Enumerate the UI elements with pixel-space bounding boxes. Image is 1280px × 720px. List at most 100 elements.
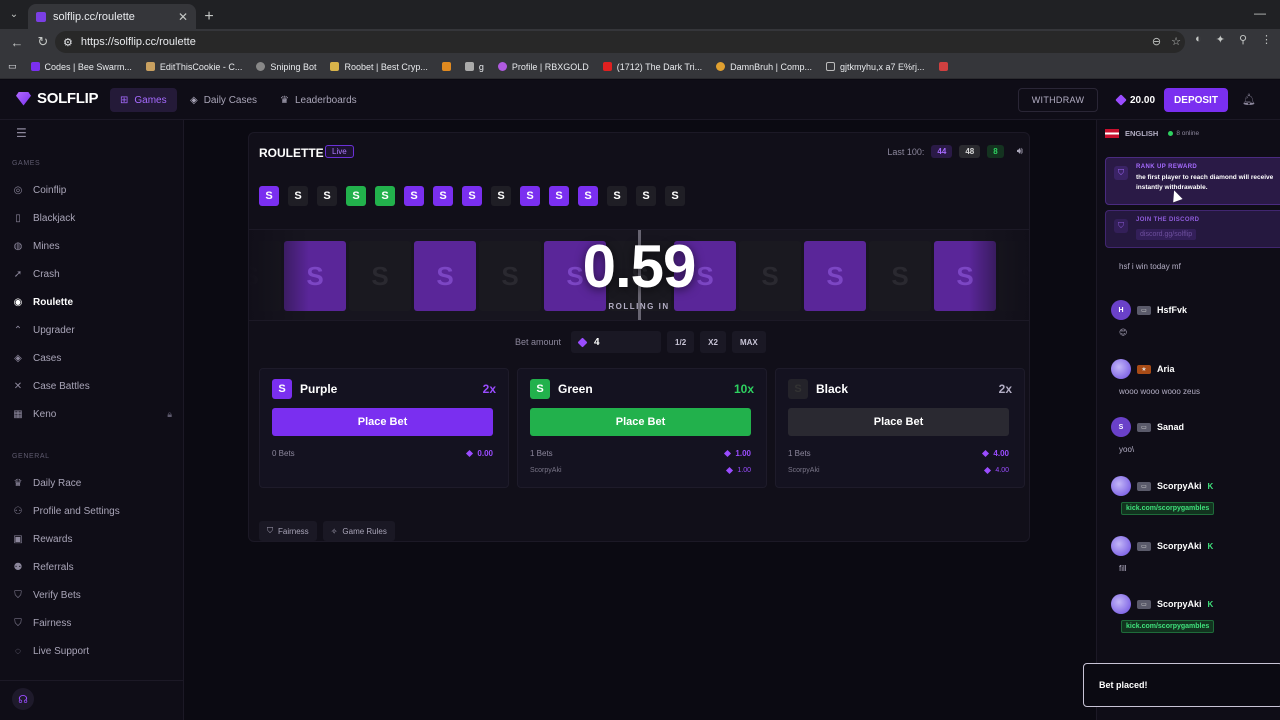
avatar[interactable] — [1111, 536, 1131, 556]
username[interactable]: HsfFvk — [1157, 305, 1187, 315]
notification-bell-icon[interactable]: 🔔︎ — [1242, 93, 1256, 106]
avatar[interactable] — [1111, 476, 1131, 496]
sidebar-item-live-support[interactable]: ◌ Live Support — [12, 640, 178, 662]
rank-up-promo[interactable]: ⛉ RANK UP REWARD the first player to rea… — [1105, 157, 1280, 205]
bookmark-star-icon[interactable]: ☆ — [1171, 35, 1181, 48]
sidebar-item-cases[interactable]: ◈ Cases — [12, 347, 178, 369]
history-chip-purple: S — [520, 186, 540, 206]
bookmarks-apps-icon[interactable]: ▭ — [8, 61, 17, 72]
sidebar-item-rewards[interactable]: ▣ Rewards — [12, 528, 178, 550]
profile-icon[interactable]: ⚲ — [1239, 33, 1247, 46]
place-bet-green-button[interactable]: Place Bet — [530, 408, 751, 436]
url-text: https://solflip.cc/roulette — [80, 36, 196, 48]
bookmark-item[interactable] — [441, 62, 451, 71]
place-bet-purple-button[interactable]: Place Bet — [272, 408, 493, 436]
menu-icon[interactable]: ⋮ — [1261, 33, 1272, 46]
new-tab-icon[interactable]: + — [196, 4, 222, 29]
bookmark-item[interactable] — [938, 62, 948, 71]
back-icon[interactable]: ← — [6, 31, 28, 53]
discord-promo[interactable]: ⛉ JOIN THE DISCORD discord.gg/solflip — [1105, 210, 1280, 248]
kick-link[interactable]: kick.com/scorpygambles — [1121, 502, 1215, 515]
username[interactable]: ScorpyAki — [1157, 599, 1202, 609]
sidebar-item-profile[interactable]: ⚇ Profile and Settings — [12, 500, 178, 522]
headset-icon[interactable]: ☊ — [12, 688, 34, 710]
max-bet-button[interactable]: MAX — [731, 331, 766, 353]
url-field[interactable]: ⚙ https://solflip.cc/roulette ⊖ ☆ — [55, 31, 1185, 53]
balance-display[interactable]: 20.00 — [1108, 88, 1164, 112]
chat-bubble-icon: ◌ — [15, 645, 21, 657]
game-title: ROULETTE — [259, 146, 324, 160]
sidebar-item-daily-race[interactable]: ♛ Daily Race — [12, 472, 178, 494]
bookmark-item[interactable]: g — [464, 62, 484, 72]
avatar[interactable] — [1111, 359, 1131, 379]
sidebar-item-upgrader[interactable]: ⌃ Upgrader — [12, 319, 178, 341]
bookmark-item[interactable]: Roobet | Best Cryp... — [330, 61, 428, 72]
bettor-row: ScorpyAki 4.00 — [788, 466, 1009, 475]
browser-tab[interactable]: solflip.cc/roulette ✕ — [28, 4, 196, 29]
bookmark-item[interactable]: DamnBruh | Comp... — [716, 62, 812, 72]
bet-amount-input[interactable]: 4 — [571, 331, 662, 353]
site-info-icon[interactable]: ⚙ — [63, 36, 73, 49]
deposit-button[interactable]: DEPOSIT — [1164, 88, 1228, 112]
avatar[interactable] — [1111, 594, 1131, 614]
username[interactable]: Aria — [1157, 364, 1175, 374]
bookmark-item[interactable]: Sniping Bot — [256, 62, 316, 72]
game-rules-button[interactable]: ✧ Game Rules — [322, 521, 395, 541]
avatar[interactable]: S — [1111, 417, 1131, 437]
app-header: SOLFLIP ⊞ Games ◈ Daily Cases ♛ Leaderbo… — [0, 80, 1280, 120]
kick-link[interactable]: kick.com/scorpygambles — [1121, 620, 1215, 633]
bet-amount-value: 4 — [594, 336, 600, 348]
sidebar-item-crash[interactable]: ➚ Crash — [12, 263, 178, 285]
username[interactable]: ScorpyAki — [1157, 481, 1202, 491]
username[interactable]: ScorpyAki — [1157, 541, 1202, 551]
bookmark-item[interactable]: (1712) The Dark Tri... — [602, 62, 702, 72]
sidebar-item-fairness[interactable]: ⛉ Fairness — [12, 612, 178, 634]
minimize-window-icon[interactable]: — — [1254, 6, 1266, 20]
half-bet-button[interactable]: 1/2 — [667, 331, 695, 353]
double-bet-button[interactable]: X2 — [700, 331, 726, 353]
last-100-black: 48 — [959, 145, 981, 158]
uk-flag-icon — [1105, 129, 1119, 138]
tab-search-icon[interactable]: ⌄ — [0, 0, 28, 29]
sidebar-item-blackjack[interactable]: ▯ Blackjack — [12, 207, 178, 229]
sidebar-item-roulette[interactable]: ◉ Roulette — [12, 291, 178, 313]
zoom-icon[interactable]: ⊖ — [1152, 35, 1161, 48]
nav-games[interactable]: ⊞ Games — [110, 88, 177, 112]
sidebar-divider — [0, 680, 184, 681]
message-header: S ▭ Sanad — [1111, 417, 1277, 437]
history-chip-purple: S — [259, 186, 279, 206]
sidebar-item-keno[interactable]: ▦ Keno 🔒︎ — [12, 403, 178, 425]
extension-icon[interactable]: ◐ — [1195, 33, 1202, 46]
bet-count: 1 Bets — [788, 449, 811, 458]
withdraw-button[interactable]: WITHDRAW — [1018, 88, 1098, 112]
bookmark-label: Roobet | Best Cryp... — [344, 61, 428, 72]
hamburger-menu-icon[interactable]: ☰ — [16, 126, 27, 140]
history-chip-black: S — [636, 186, 656, 206]
last-100-label: Last 100: — [887, 146, 925, 157]
bookmark-item[interactable]: Profile | RBXGOLD — [497, 61, 589, 72]
sidebar-item-case-battles[interactable]: ✕ Case Battles — [12, 375, 178, 397]
bookmark-label: Profile | RBXGOLD — [511, 61, 589, 72]
bookmark-item[interactable]: EditThisCookie - C... — [145, 62, 242, 72]
place-bet-black-button[interactable]: Place Bet — [788, 408, 1009, 436]
sidebar-item-mines[interactable]: ◍ Mines — [12, 235, 178, 257]
close-tab-icon[interactable]: ✕ — [178, 10, 188, 24]
avatar[interactable]: H — [1111, 300, 1131, 320]
username[interactable]: Sanad — [1157, 422, 1184, 432]
language-selector[interactable]: ENGLISH 8 online — [1105, 129, 1199, 138]
sidebar-item-label: Cases — [33, 352, 62, 364]
solflip-logo[interactable]: SOLFLIP — [16, 90, 99, 107]
fairness-button[interactable]: ⛉ Fairness — [259, 521, 317, 541]
nav-daily-cases[interactable]: ◈ Daily Cases — [180, 88, 267, 112]
discord-link[interactable]: discord.gg/solflip — [1136, 229, 1197, 240]
nav-leaderboards[interactable]: ♛ Leaderboards — [270, 88, 367, 112]
sidebar-item-coinflip[interactable]: ◎ Coinflip — [12, 179, 178, 201]
toast-notification[interactable]: Bet placed! — [1083, 663, 1280, 707]
sidebar-item-verify-bets[interactable]: ⛉ Verify Bets — [12, 584, 178, 606]
sidebar-item-referrals[interactable]: ⚉ Referrals — [12, 556, 178, 578]
bookmark-item[interactable]: Codes | Bee Swarm... — [30, 62, 132, 72]
bookmark-item[interactable]: gjtkmyhu,x a7 E%rj... — [825, 62, 925, 72]
reload-icon[interactable]: ↻ — [32, 31, 54, 53]
volume-icon[interactable]: 🔊︎ — [1017, 146, 1023, 157]
puzzle-icon[interactable]: ✦ — [1216, 33, 1225, 46]
